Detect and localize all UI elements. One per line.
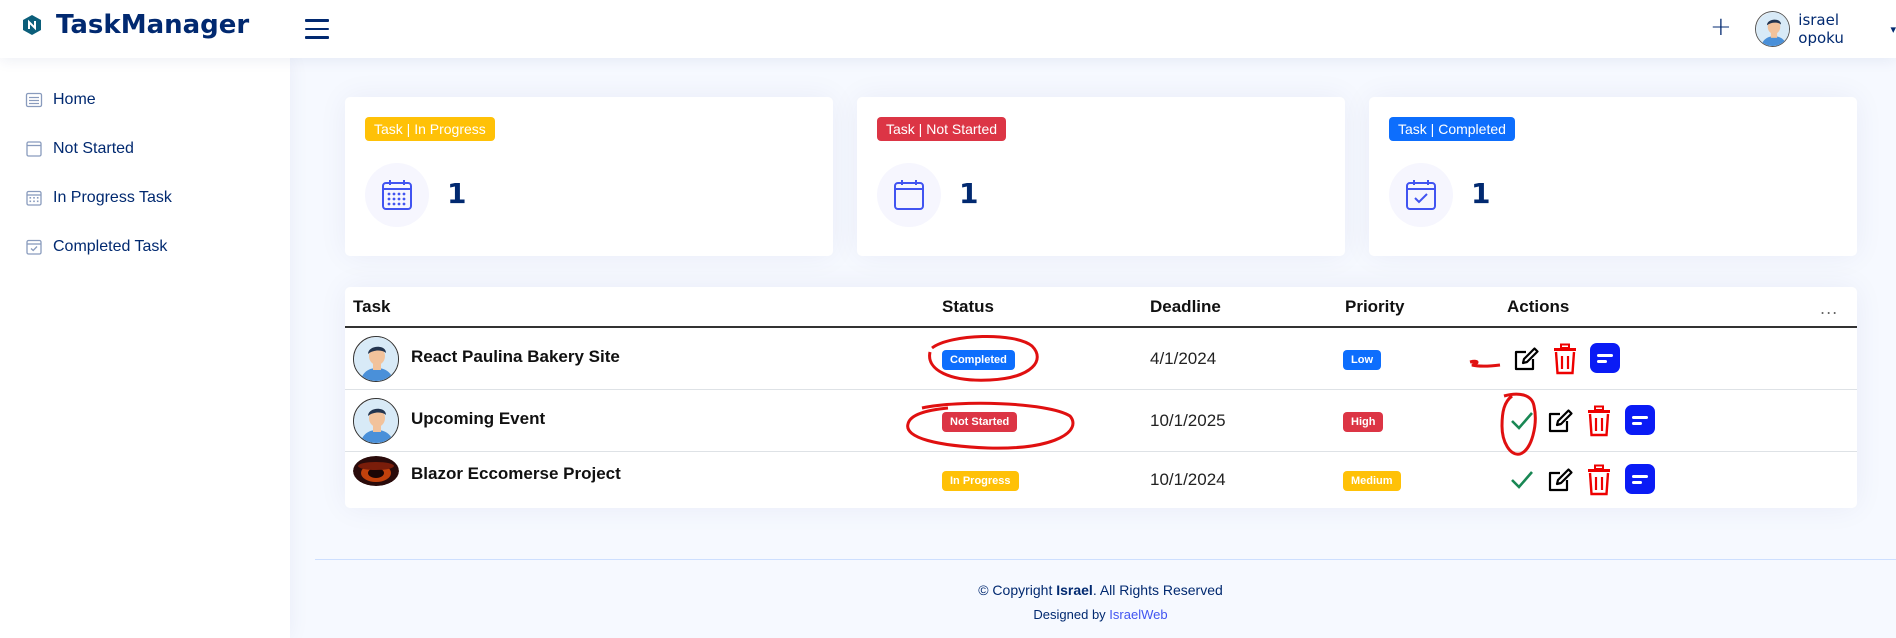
sidebar-item-completed[interactable]: Completed Task [0, 222, 290, 271]
more-options-icon[interactable]: ... [1820, 299, 1838, 318]
priority-badge: Medium [1343, 471, 1401, 491]
avatar [353, 336, 399, 382]
calendar-check-icon [1406, 180, 1436, 210]
edit-icon[interactable] [1545, 465, 1575, 495]
app-title: TaskManager [56, 10, 250, 40]
delete-icon[interactable] [1551, 343, 1579, 375]
details-icon[interactable] [1590, 343, 1620, 373]
status-badge: Completed [942, 350, 1015, 370]
table-row: Blazor Eccomerse Project In Progress 10/… [345, 452, 1857, 508]
task-name[interactable]: Blazor Eccomerse Project [411, 464, 621, 484]
add-task-icon[interactable]: + [1710, 12, 1732, 42]
window-icon [26, 140, 42, 157]
deadline: 10/1/2024 [1150, 470, 1226, 489]
card-not-started[interactable]: Task | Not Started 1 [857, 97, 1345, 256]
priority-badge: Low [1343, 350, 1381, 370]
card-count: 1 [1471, 177, 1491, 210]
priority-badge: High [1343, 412, 1384, 432]
copyright-owner: Israel [1056, 582, 1093, 598]
designer-link[interactable]: IsraelWeb [1109, 607, 1167, 622]
delete-icon[interactable] [1585, 405, 1613, 437]
card-icon-wrap [365, 163, 429, 227]
column-header-deadline[interactable]: Deadline [1150, 297, 1221, 317]
column-header-priority[interactable]: Priority [1345, 297, 1405, 317]
card-icon-wrap [877, 163, 941, 227]
details-icon[interactable] [1625, 405, 1655, 435]
task-name[interactable]: Upcoming Event [411, 409, 545, 429]
sidebar-item-label: Home [53, 90, 96, 108]
sidebar-item-label: Completed Task [53, 237, 168, 255]
logo[interactable]: TaskManager [20, 10, 249, 40]
sidebar-item-in-progress[interactable]: In Progress Task [0, 173, 290, 222]
top-header: TaskManager + israel opoku ▾ [0, 0, 1896, 58]
card-count: 1 [959, 177, 979, 210]
sidebar-item-home[interactable]: Home [0, 75, 290, 124]
profile-dropdown[interactable]: israel opoku ▾ [1755, 11, 1896, 47]
calendar-grid-icon [26, 190, 42, 206]
task-table: Task Status Deadline Priority Actions ..… [345, 287, 1857, 508]
card-completed[interactable]: Task | Completed 1 [1369, 97, 1857, 256]
avatar [1755, 11, 1791, 47]
card-icon-wrap [1389, 163, 1453, 227]
column-header-actions: Actions [1507, 297, 1570, 316]
logo-icon [23, 15, 41, 35]
check-icon[interactable] [1510, 469, 1534, 489]
calendar-grid-icon [382, 180, 412, 210]
sidebar-item-label: Not Started [53, 139, 134, 157]
footer-divider [315, 559, 1896, 560]
avatar [353, 456, 399, 486]
status-badge: Task | In Progress [365, 117, 495, 141]
list-icon [25, 92, 43, 107]
deadline: 10/1/2025 [1150, 411, 1226, 430]
card-in-progress[interactable]: Task | In Progress 1 [345, 97, 833, 256]
user-name: israel opoku [1798, 11, 1844, 47]
footer-credits: Designed by IsraelWeb [1033, 607, 1168, 622]
sidebar-item-label: In Progress Task [53, 188, 172, 206]
edit-icon[interactable] [1545, 406, 1575, 436]
status-badge: In Progress [942, 471, 1019, 491]
column-header-task[interactable]: Task [353, 297, 391, 317]
table-row: Upcoming Event Not Started 10/1/2025 Hig… [345, 390, 1857, 451]
edit-icon[interactable] [1511, 344, 1541, 374]
caret-down-icon: ▾ [1890, 22, 1896, 36]
avatar [353, 398, 399, 444]
footer-copyright: © Copyright Israel. All Rights Reserved [978, 582, 1223, 598]
deadline: 4/1/2024 [1150, 349, 1217, 368]
card-count: 1 [447, 177, 467, 210]
delete-icon[interactable] [1585, 464, 1613, 496]
calendar-icon [894, 180, 924, 210]
menu-toggle-icon[interactable] [305, 19, 329, 39]
calendar-check-icon [26, 239, 42, 255]
details-icon[interactable] [1625, 464, 1655, 494]
status-badge: Not Started [942, 412, 1018, 432]
status-badge: Task | Completed [1389, 117, 1515, 141]
sidebar-item-not-started[interactable]: Not Started [0, 124, 290, 173]
task-name[interactable]: React Paulina Bakery Site [411, 347, 620, 367]
column-header-status[interactable]: Status [942, 297, 994, 317]
check-icon[interactable] [1510, 410, 1534, 430]
sidebar: Home Not Started In Progress Task Comple… [0, 58, 290, 638]
status-badge: Task | Not Started [877, 117, 1007, 141]
table-row: React Paulina Bakery Site Completed 4/1/… [345, 328, 1857, 389]
